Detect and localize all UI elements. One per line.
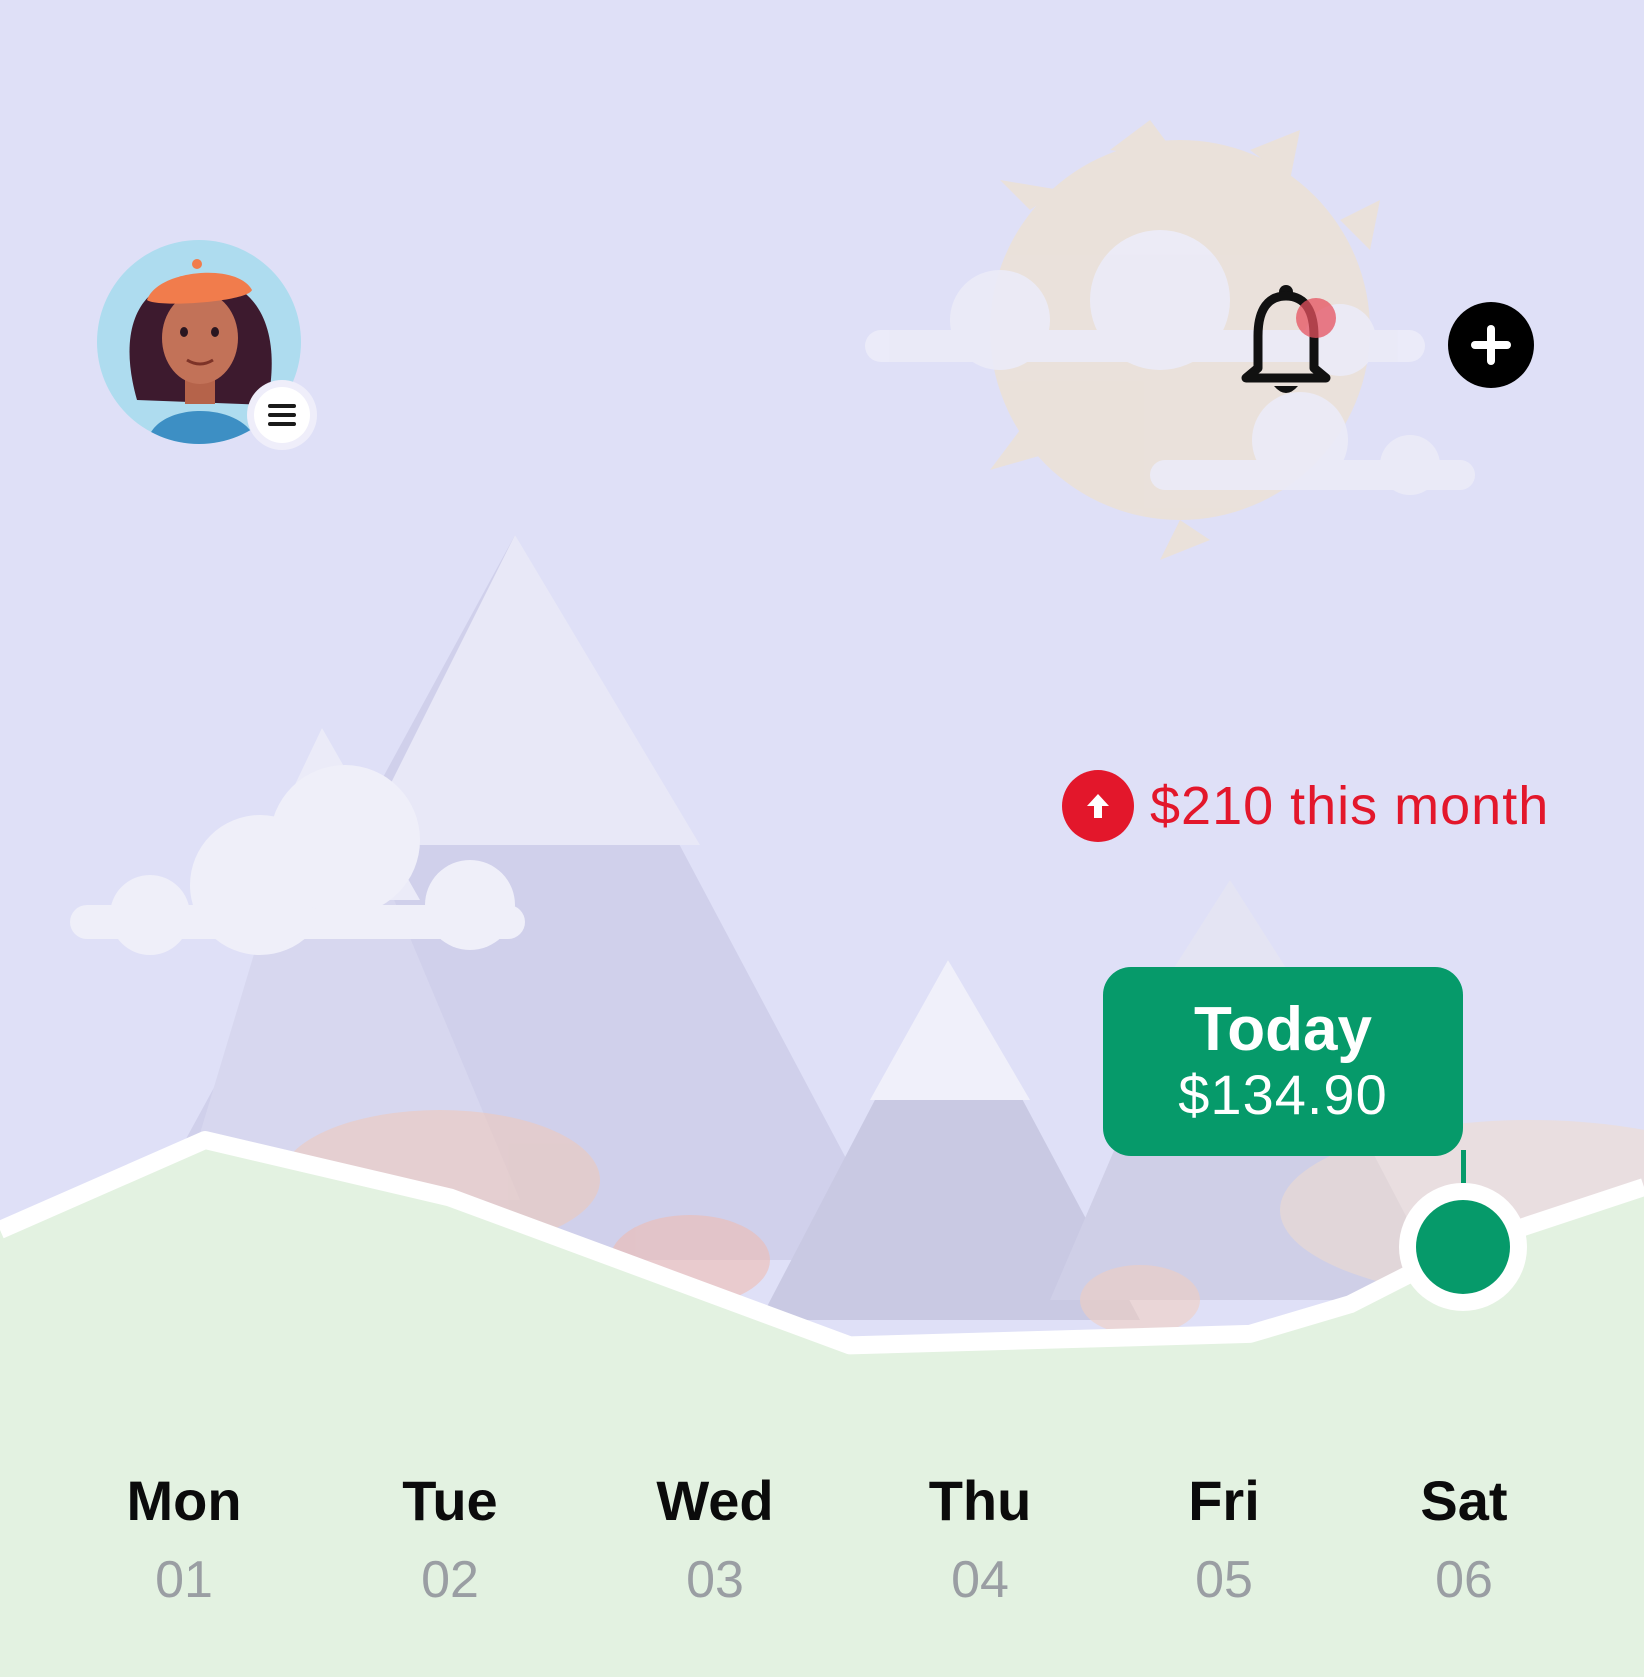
day-number: 06 (1435, 1551, 1493, 1609)
day-name: Mon (126, 1469, 242, 1532)
day-name: Wed (656, 1469, 774, 1532)
day-name: Thu (928, 1469, 1032, 1532)
arrow-up-icon (1062, 770, 1134, 842)
hamburger-menu-icon (268, 404, 296, 426)
day-name: Sat (1420, 1469, 1508, 1532)
plus-icon (1471, 325, 1511, 365)
day-number: 04 (951, 1551, 1009, 1609)
day-wed[interactable]: Wed 03 (625, 1465, 805, 1613)
day-number: 03 (686, 1551, 744, 1609)
menu-button[interactable] (247, 380, 317, 450)
tooltip-value: $134.90 (1178, 1063, 1388, 1126)
notification-dot (1296, 298, 1336, 338)
monthly-change: $210 this month (1062, 770, 1549, 842)
menu-badge-inner (254, 387, 310, 443)
arrow-up-glyph (1087, 794, 1109, 818)
day-fri[interactable]: Fri 05 (1134, 1465, 1314, 1613)
tooltip-title: Today (1194, 995, 1372, 1064)
notifications-button[interactable] (1236, 282, 1336, 402)
day-name: Fri (1188, 1469, 1260, 1532)
day-name: Tue (402, 1469, 498, 1532)
selected-point-marker[interactable] (1416, 1199, 1510, 1294)
spending-screen: $210 this month Today $134.90 Mon 01 Tue… (0, 0, 1644, 1677)
day-axis: Mon 01 Tue 02 Wed 03 Thu 04 Fri 05 Sat 0… (0, 1465, 1644, 1625)
day-sat[interactable]: Sat 06 (1374, 1465, 1554, 1613)
day-tue[interactable]: Tue 02 (360, 1465, 540, 1613)
today-tooltip: Today $134.90 (1103, 967, 1463, 1156)
day-number: 02 (421, 1551, 479, 1609)
bell-icon (1241, 285, 1336, 393)
add-button[interactable] (1448, 302, 1534, 388)
day-mon[interactable]: Mon 01 (94, 1465, 274, 1613)
day-number: 05 (1195, 1551, 1253, 1609)
tooltip-connector (1461, 1150, 1466, 1183)
day-number: 01 (155, 1551, 213, 1609)
day-thu[interactable]: Thu 04 (890, 1465, 1070, 1613)
monthly-change-text: $210 this month (1150, 776, 1550, 836)
